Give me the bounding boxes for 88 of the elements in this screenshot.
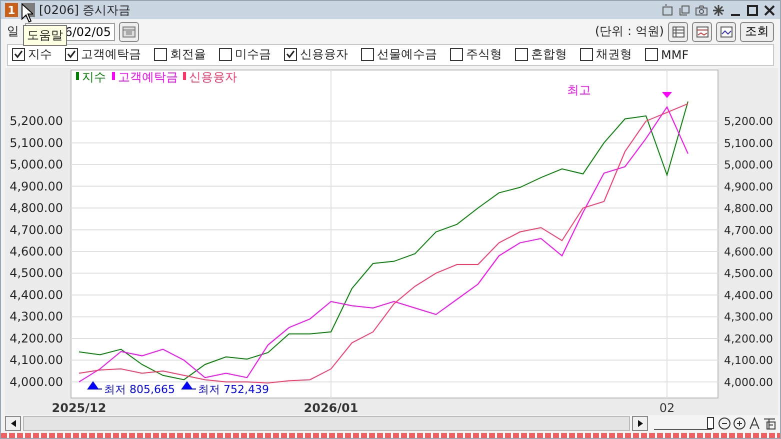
date-label: 02 bbox=[659, 401, 675, 415]
axis-label: 5,200.00 bbox=[10, 114, 63, 128]
scroll-left-button[interactable] bbox=[5, 416, 21, 431]
date-label: 2026/01 bbox=[304, 401, 358, 415]
axis-label: 5,000.00 bbox=[724, 158, 773, 172]
checkbox[interactable] bbox=[65, 48, 78, 62]
checkbox-option[interactable]: MMF bbox=[645, 48, 689, 62]
window-title: [0206] 증시자금 bbox=[39, 2, 131, 19]
axis-label: 4,300.00 bbox=[724, 310, 773, 324]
layout-icon[interactable] bbox=[763, 416, 776, 430]
zoom-slider[interactable] bbox=[654, 416, 712, 430]
tooltip: 도움말 bbox=[23, 25, 67, 46]
axis-label: 4,500.00 bbox=[10, 266, 63, 280]
zoom-out-icon[interactable] bbox=[718, 416, 731, 430]
checkbox[interactable] bbox=[361, 48, 374, 62]
high-label: 최고 bbox=[567, 83, 591, 97]
axis-label: 5,000.00 bbox=[10, 158, 63, 172]
checkbox[interactable] bbox=[12, 48, 25, 62]
axis-label: 4,900.00 bbox=[10, 179, 63, 194]
legend-label: 신용융자 bbox=[189, 70, 237, 84]
checkbox-option[interactable]: 지수 bbox=[12, 46, 52, 64]
checkbox-option[interactable]: 회전율 bbox=[154, 46, 206, 64]
unit-label: (단위 : 억원) bbox=[594, 23, 664, 40]
checkbox-option[interactable]: 신용융자 bbox=[284, 46, 348, 64]
checkbox[interactable] bbox=[450, 48, 463, 62]
axis-label: 4,200.00 bbox=[10, 331, 63, 346]
checkbox[interactable] bbox=[580, 48, 593, 62]
checkbox-option[interactable]: 미수금 bbox=[219, 46, 271, 64]
legend-swatch bbox=[183, 72, 186, 80]
table-button[interactable] bbox=[668, 22, 688, 42]
chart-icon bbox=[720, 26, 732, 38]
low-label: 최저 805,665 bbox=[104, 383, 175, 396]
date-label: 2025/12 bbox=[52, 401, 106, 415]
axis-label: 4,100.00 bbox=[10, 353, 63, 368]
checkbox[interactable] bbox=[645, 48, 658, 62]
left-arrow-icon bbox=[10, 420, 16, 427]
close-icon[interactable] bbox=[763, 4, 776, 17]
axis-label: 4,800.00 bbox=[724, 202, 773, 216]
checkbox[interactable] bbox=[515, 48, 528, 62]
table-icon bbox=[672, 26, 684, 38]
axis-label: 5,200.00 bbox=[724, 115, 773, 128]
axis-label: 4,100.00 bbox=[724, 354, 773, 368]
checkbox[interactable] bbox=[284, 48, 297, 62]
camera-icon[interactable] bbox=[695, 4, 708, 17]
scrollbar-track[interactable] bbox=[23, 416, 630, 431]
axis-label: 4,900.00 bbox=[724, 180, 773, 194]
legend-swatch bbox=[112, 72, 115, 80]
calendar-button[interactable] bbox=[119, 22, 139, 42]
low-label: 최저 752,439 bbox=[198, 383, 269, 396]
calendar-icon bbox=[122, 25, 136, 38]
settings-icon[interactable] bbox=[712, 4, 725, 17]
checkbox[interactable] bbox=[154, 48, 167, 62]
axis-label: 4,800.00 bbox=[10, 201, 63, 216]
axis-label: 4,600.00 bbox=[724, 246, 773, 258]
axis-label: 4,600.00 bbox=[10, 244, 63, 258]
legend-label: 고객예탁금 bbox=[118, 70, 178, 84]
checkbox-option[interactable]: 채권형 bbox=[580, 46, 632, 64]
maximize-icon[interactable] bbox=[746, 4, 759, 17]
chart-table-icon bbox=[696, 26, 708, 38]
checkbox[interactable] bbox=[219, 48, 232, 62]
axis-label: 5,100.00 bbox=[724, 136, 773, 150]
chart-table-button[interactable] bbox=[692, 22, 712, 42]
query-button[interactable]: 조회 bbox=[740, 22, 774, 42]
checkbox-option[interactable]: 혼합형 bbox=[515, 46, 567, 64]
zoom-in-icon[interactable] bbox=[733, 416, 746, 430]
axis-label: 4,700.00 bbox=[724, 224, 773, 237]
right-arrow-icon bbox=[638, 420, 642, 427]
legend-swatch bbox=[76, 72, 79, 80]
scroll-right-button[interactable] bbox=[632, 416, 648, 431]
window-number: 1 bbox=[5, 3, 18, 18]
axis-label: 4,000.00 bbox=[724, 376, 773, 389]
font-icon[interactable] bbox=[748, 416, 761, 430]
axis-label: 4,200.00 bbox=[724, 332, 773, 346]
chart-button[interactable] bbox=[716, 22, 736, 42]
checkbox-option[interactable]: 고객예탁금 bbox=[65, 46, 141, 64]
axis-label: 4,500.00 bbox=[724, 267, 773, 280]
date-label: 일 bbox=[7, 23, 19, 40]
legend-label: 지수 bbox=[82, 70, 106, 84]
checkbox-option[interactable]: 주식형 bbox=[450, 46, 502, 64]
cursor-icon bbox=[21, 3, 33, 23]
checkbox-option[interactable]: 선물예수금 bbox=[361, 46, 437, 64]
axis-label: 4,400.00 bbox=[10, 288, 63, 302]
axis-label: 4,000.00 bbox=[10, 374, 63, 389]
slider-thumb[interactable] bbox=[707, 416, 714, 429]
axis-label: 5,100.00 bbox=[10, 136, 63, 150]
axis-label: 4,700.00 bbox=[10, 222, 63, 237]
axis-label: 4,300.00 bbox=[10, 310, 63, 324]
axis-label: 4,400.00 bbox=[724, 288, 773, 302]
